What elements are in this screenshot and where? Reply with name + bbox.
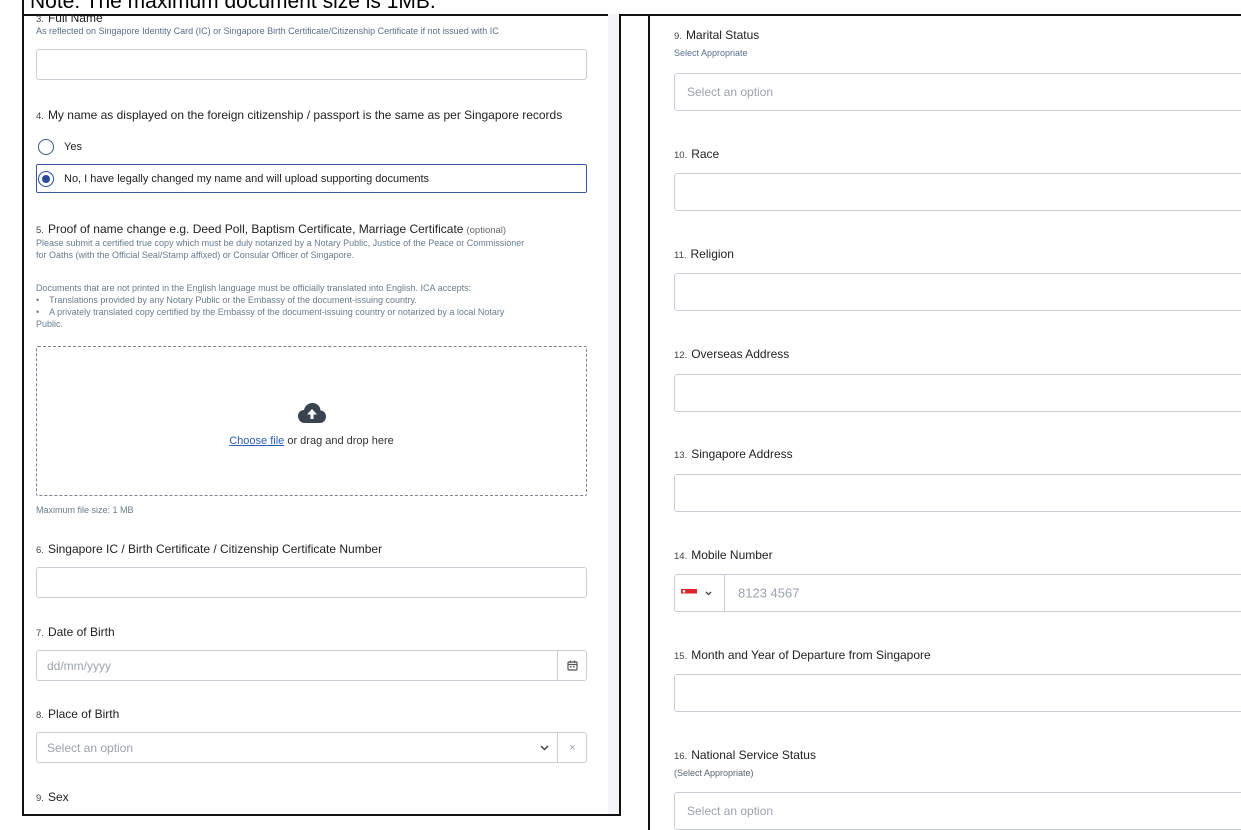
- drop-text: Choose file or drag and drop here: [229, 435, 394, 447]
- marital-status-label: 9. Marital Status: [674, 28, 760, 42]
- radio-no-checked-icon[interactable]: [38, 171, 54, 187]
- chevron-down-icon: [705, 591, 712, 595]
- clear-icon[interactable]: ×: [558, 733, 587, 762]
- file-dropzone[interactable]: Choose file or drag and drop here: [36, 346, 587, 496]
- dob-placeholder: dd/mm/yyyy: [47, 658, 112, 673]
- country-code-select[interactable]: [681, 575, 721, 611]
- cloud-upload-icon: [297, 403, 326, 423]
- max-file-size: Maximum file size: 1 MB: [36, 505, 134, 515]
- race-input[interactable]: [674, 173, 1241, 211]
- singapore-address-input[interactable]: [674, 474, 1241, 512]
- religion-label: 11. Religion: [674, 247, 734, 261]
- singapore-flag-icon: [681, 588, 697, 598]
- q5-label: 5. Proof of name change e.g. Deed Poll, B…: [36, 222, 507, 236]
- right-form-panel: 9. Marital Status Select Appropriate Sele…: [648, 14, 1241, 830]
- date-of-birth-input[interactable]: dd/mm/yyyy: [36, 650, 587, 681]
- q3-label: 3. Full Name: [36, 14, 103, 25]
- q7-label: 7. Date of Birth: [36, 625, 115, 639]
- q5-bullet-1: • Translations provided by any Notary Pu…: [36, 295, 417, 305]
- departure-label: 15. Month and Year of Departure from Sing…: [674, 648, 931, 662]
- full-name-input[interactable]: [36, 49, 587, 80]
- radio-yes-icon[interactable]: [38, 139, 54, 155]
- q5-bullet-2-cont: Public.: [36, 319, 64, 329]
- mobile-number-placeholder: 8123 4567: [738, 585, 800, 601]
- marital-status-placeholder: Select an option: [687, 85, 774, 99]
- radio-option-no[interactable]: No, I have legally changed my name and w…: [38, 171, 429, 187]
- note-text: Note: The maximum document size is 1MB.: [30, 0, 436, 13]
- national-service-helper: (Select Appropriate): [674, 768, 754, 778]
- marital-status-helper: Select Appropriate: [674, 48, 748, 58]
- left-scroll-gutter: [608, 14, 619, 814]
- q9-sex-label: 9. Sex: [36, 790, 69, 804]
- q5-helper-line3: Documents that are not printed in the En…: [36, 283, 472, 293]
- race-label: 10. Race: [674, 147, 720, 161]
- religion-input[interactable]: [674, 273, 1241, 311]
- place-of-birth-select[interactable]: Select an option ×: [36, 732, 587, 763]
- ic-number-input[interactable]: [36, 567, 587, 598]
- mobile-divider: [724, 575, 725, 611]
- departure-input[interactable]: [674, 674, 1241, 712]
- national-service-label: 16. National Service Status: [674, 748, 816, 762]
- marital-status-select[interactable]: Select an option: [674, 73, 1241, 111]
- national-service-placeholder: Select an option: [687, 804, 774, 818]
- national-service-select[interactable]: Select an option: [674, 792, 1241, 830]
- note-banner: Note: The maximum document size is 1MB.: [22, 0, 1241, 14]
- right-form-content: 9. Marital Status Select Appropriate Sele…: [674, 14, 1241, 830]
- overseas-address-label: 12. Overseas Address: [674, 347, 790, 361]
- q4-label: 4. My name as displayed on the foreign ci…: [36, 108, 563, 122]
- left-form-content: 3. Full Name As reflected on Singapore Id…: [34, 14, 611, 814]
- radio-option-yes[interactable]: Yes: [38, 139, 82, 155]
- q5-bullet-2: • A privately translated copy certified …: [36, 307, 505, 317]
- left-form-panel: 3. Full Name As reflected on Singapore Id…: [22, 14, 621, 816]
- chevron-down-icon[interactable]: [532, 733, 556, 762]
- q8-label: 8. Place of Birth: [36, 707, 120, 721]
- q6-label: 6. Singapore IC / Birth Certificate / Cit…: [36, 542, 383, 556]
- q5-helper-line2: for Oaths (with the Official Seal/Stamp …: [36, 250, 355, 260]
- choose-file-link[interactable]: Choose file: [229, 435, 284, 447]
- overseas-address-input[interactable]: [674, 374, 1241, 412]
- place-of-birth-placeholder: Select an option: [47, 740, 134, 755]
- mobile-number-input[interactable]: 8123 4567: [674, 574, 1241, 612]
- calendar-icon[interactable]: [558, 651, 587, 680]
- q3-helper: As reflected on Singapore Identity Card …: [36, 26, 499, 36]
- mobile-number-label: 14. Mobile Number: [674, 548, 773, 562]
- q5-helper-line1: Please submit a certified true copy whic…: [36, 238, 525, 248]
- singapore-address-label: 13. Singapore Address: [674, 447, 793, 461]
